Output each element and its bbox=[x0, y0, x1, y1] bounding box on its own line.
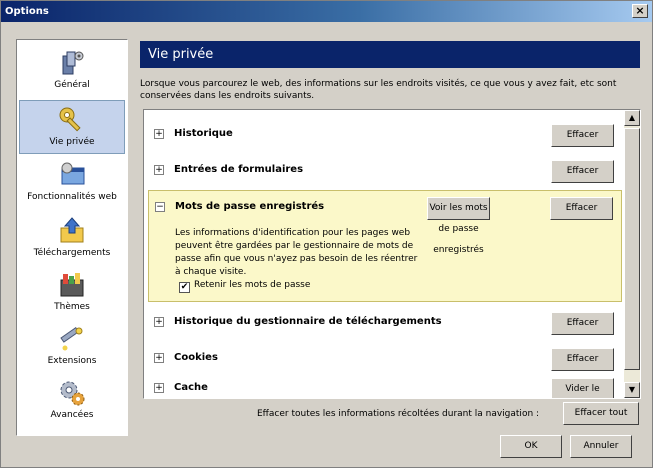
sidebar-item-web-features[interactable]: Fonctionnalités web bbox=[19, 156, 125, 210]
clear-all-button[interactable]: Effacer tout bbox=[563, 402, 639, 425]
privacy-items-list: + Historique Effacer + Entrées de formul… bbox=[143, 109, 641, 399]
item-label: Cache bbox=[174, 382, 208, 393]
category-sidebar: Général Vie privée Fonctionnalités web T… bbox=[16, 39, 128, 436]
themes-icon bbox=[60, 273, 84, 297]
remember-passwords-option[interactable]: ✔ Retenir les mots de passe bbox=[179, 280, 310, 293]
ok-button[interactable]: OK bbox=[500, 435, 562, 458]
scroll-up-icon[interactable]: ▲ bbox=[624, 110, 640, 126]
item-label: Historique bbox=[174, 128, 233, 139]
extensions-icon bbox=[60, 326, 83, 351]
clear-form-entries-button[interactable]: Effacer bbox=[551, 160, 614, 183]
panel-title: Vie privée bbox=[140, 41, 640, 68]
sidebar-item-general[interactable]: Général bbox=[19, 44, 125, 98]
list-item-form-entries: + Entrées de formulaires Effacer bbox=[148, 154, 622, 188]
item-label: Mots de passe enregistrés bbox=[175, 201, 325, 212]
sidebar-item-extensions[interactable]: Extensions bbox=[19, 320, 125, 374]
item-label: Entrées de formulaires bbox=[174, 164, 304, 175]
item-label: Historique du gestionnaire de télécharge… bbox=[174, 316, 442, 327]
close-button[interactable]: × bbox=[632, 4, 648, 18]
sidebar-item-label: Avancées bbox=[50, 410, 94, 420]
clear-download-history-button[interactable]: Effacer bbox=[551, 312, 614, 335]
list-item-history: + Historique Effacer bbox=[148, 118, 622, 152]
item-label: Cookies bbox=[174, 352, 218, 363]
sidebar-item-label: Extensions bbox=[47, 356, 97, 366]
list-item-cache: + Cache Vider le cache bbox=[148, 372, 622, 398]
window-title: Options bbox=[5, 6, 49, 17]
expand-icon[interactable]: + bbox=[154, 165, 164, 175]
sidebar-item-privacy[interactable]: Vie privée bbox=[19, 100, 125, 154]
collapse-icon[interactable]: − bbox=[155, 202, 165, 212]
sidebar-item-label: Téléchargements bbox=[33, 248, 111, 258]
vertical-scrollbar[interactable]: ▲ ▼ bbox=[624, 110, 640, 398]
passwords-description: Les informations d'identification pour l… bbox=[175, 228, 418, 277]
panel-description: Lorsque vous parcourez le web, des infor… bbox=[140, 79, 617, 101]
clear-history-button[interactable]: Effacer bbox=[551, 124, 614, 147]
cancel-button[interactable]: Annuler bbox=[570, 435, 632, 458]
privacy-icon bbox=[59, 107, 81, 132]
advanced-icon bbox=[60, 381, 85, 406]
list-item-cookies: + Cookies Effacer bbox=[148, 342, 622, 376]
title-bar[interactable]: Options × bbox=[1, 1, 652, 22]
web-features-icon bbox=[61, 162, 85, 185]
scroll-down-icon[interactable]: ▼ bbox=[624, 382, 640, 398]
general-icon bbox=[62, 51, 84, 75]
list-item-saved-passwords: − Mots de passe enregistrés Effacer Les … bbox=[148, 190, 622, 302]
remember-passwords-label: Retenir les mots de passe bbox=[194, 280, 311, 290]
downloads-icon bbox=[60, 217, 84, 243]
sidebar-item-label: Fonctionnalités web bbox=[27, 192, 117, 202]
sidebar-item-label: Vie privée bbox=[49, 137, 95, 147]
expand-icon[interactable]: + bbox=[154, 383, 164, 393]
clear-cookies-button[interactable]: Effacer bbox=[551, 348, 614, 371]
clear-all-description: Effacer toutes les informations récoltée… bbox=[257, 409, 540, 419]
remember-passwords-checkbox[interactable]: ✔ bbox=[179, 282, 190, 293]
clear-passwords-button[interactable]: Effacer bbox=[550, 197, 613, 220]
sidebar-item-downloads[interactable]: Téléchargements bbox=[19, 212, 125, 266]
sidebar-item-advanced[interactable]: Avancées bbox=[19, 374, 125, 428]
view-saved-passwords-button[interactable]: Voir les mots de passe enregistrés bbox=[427, 197, 490, 255]
expand-icon[interactable]: + bbox=[154, 353, 164, 363]
expand-icon[interactable]: + bbox=[154, 129, 164, 139]
list-item-download-history: + Historique du gestionnaire de téléchar… bbox=[148, 306, 622, 340]
sidebar-item-label: Général bbox=[54, 80, 90, 90]
clear-cache-button[interactable]: Vider le cache bbox=[551, 378, 614, 398]
expand-icon[interactable]: + bbox=[154, 317, 164, 327]
sidebar-item-label: Thèmes bbox=[54, 302, 90, 312]
scroll-thumb[interactable] bbox=[624, 128, 640, 370]
sidebar-item-themes[interactable]: Thèmes bbox=[19, 266, 125, 320]
options-window: Options × Général Vie privée Fonctionnal… bbox=[0, 0, 653, 468]
